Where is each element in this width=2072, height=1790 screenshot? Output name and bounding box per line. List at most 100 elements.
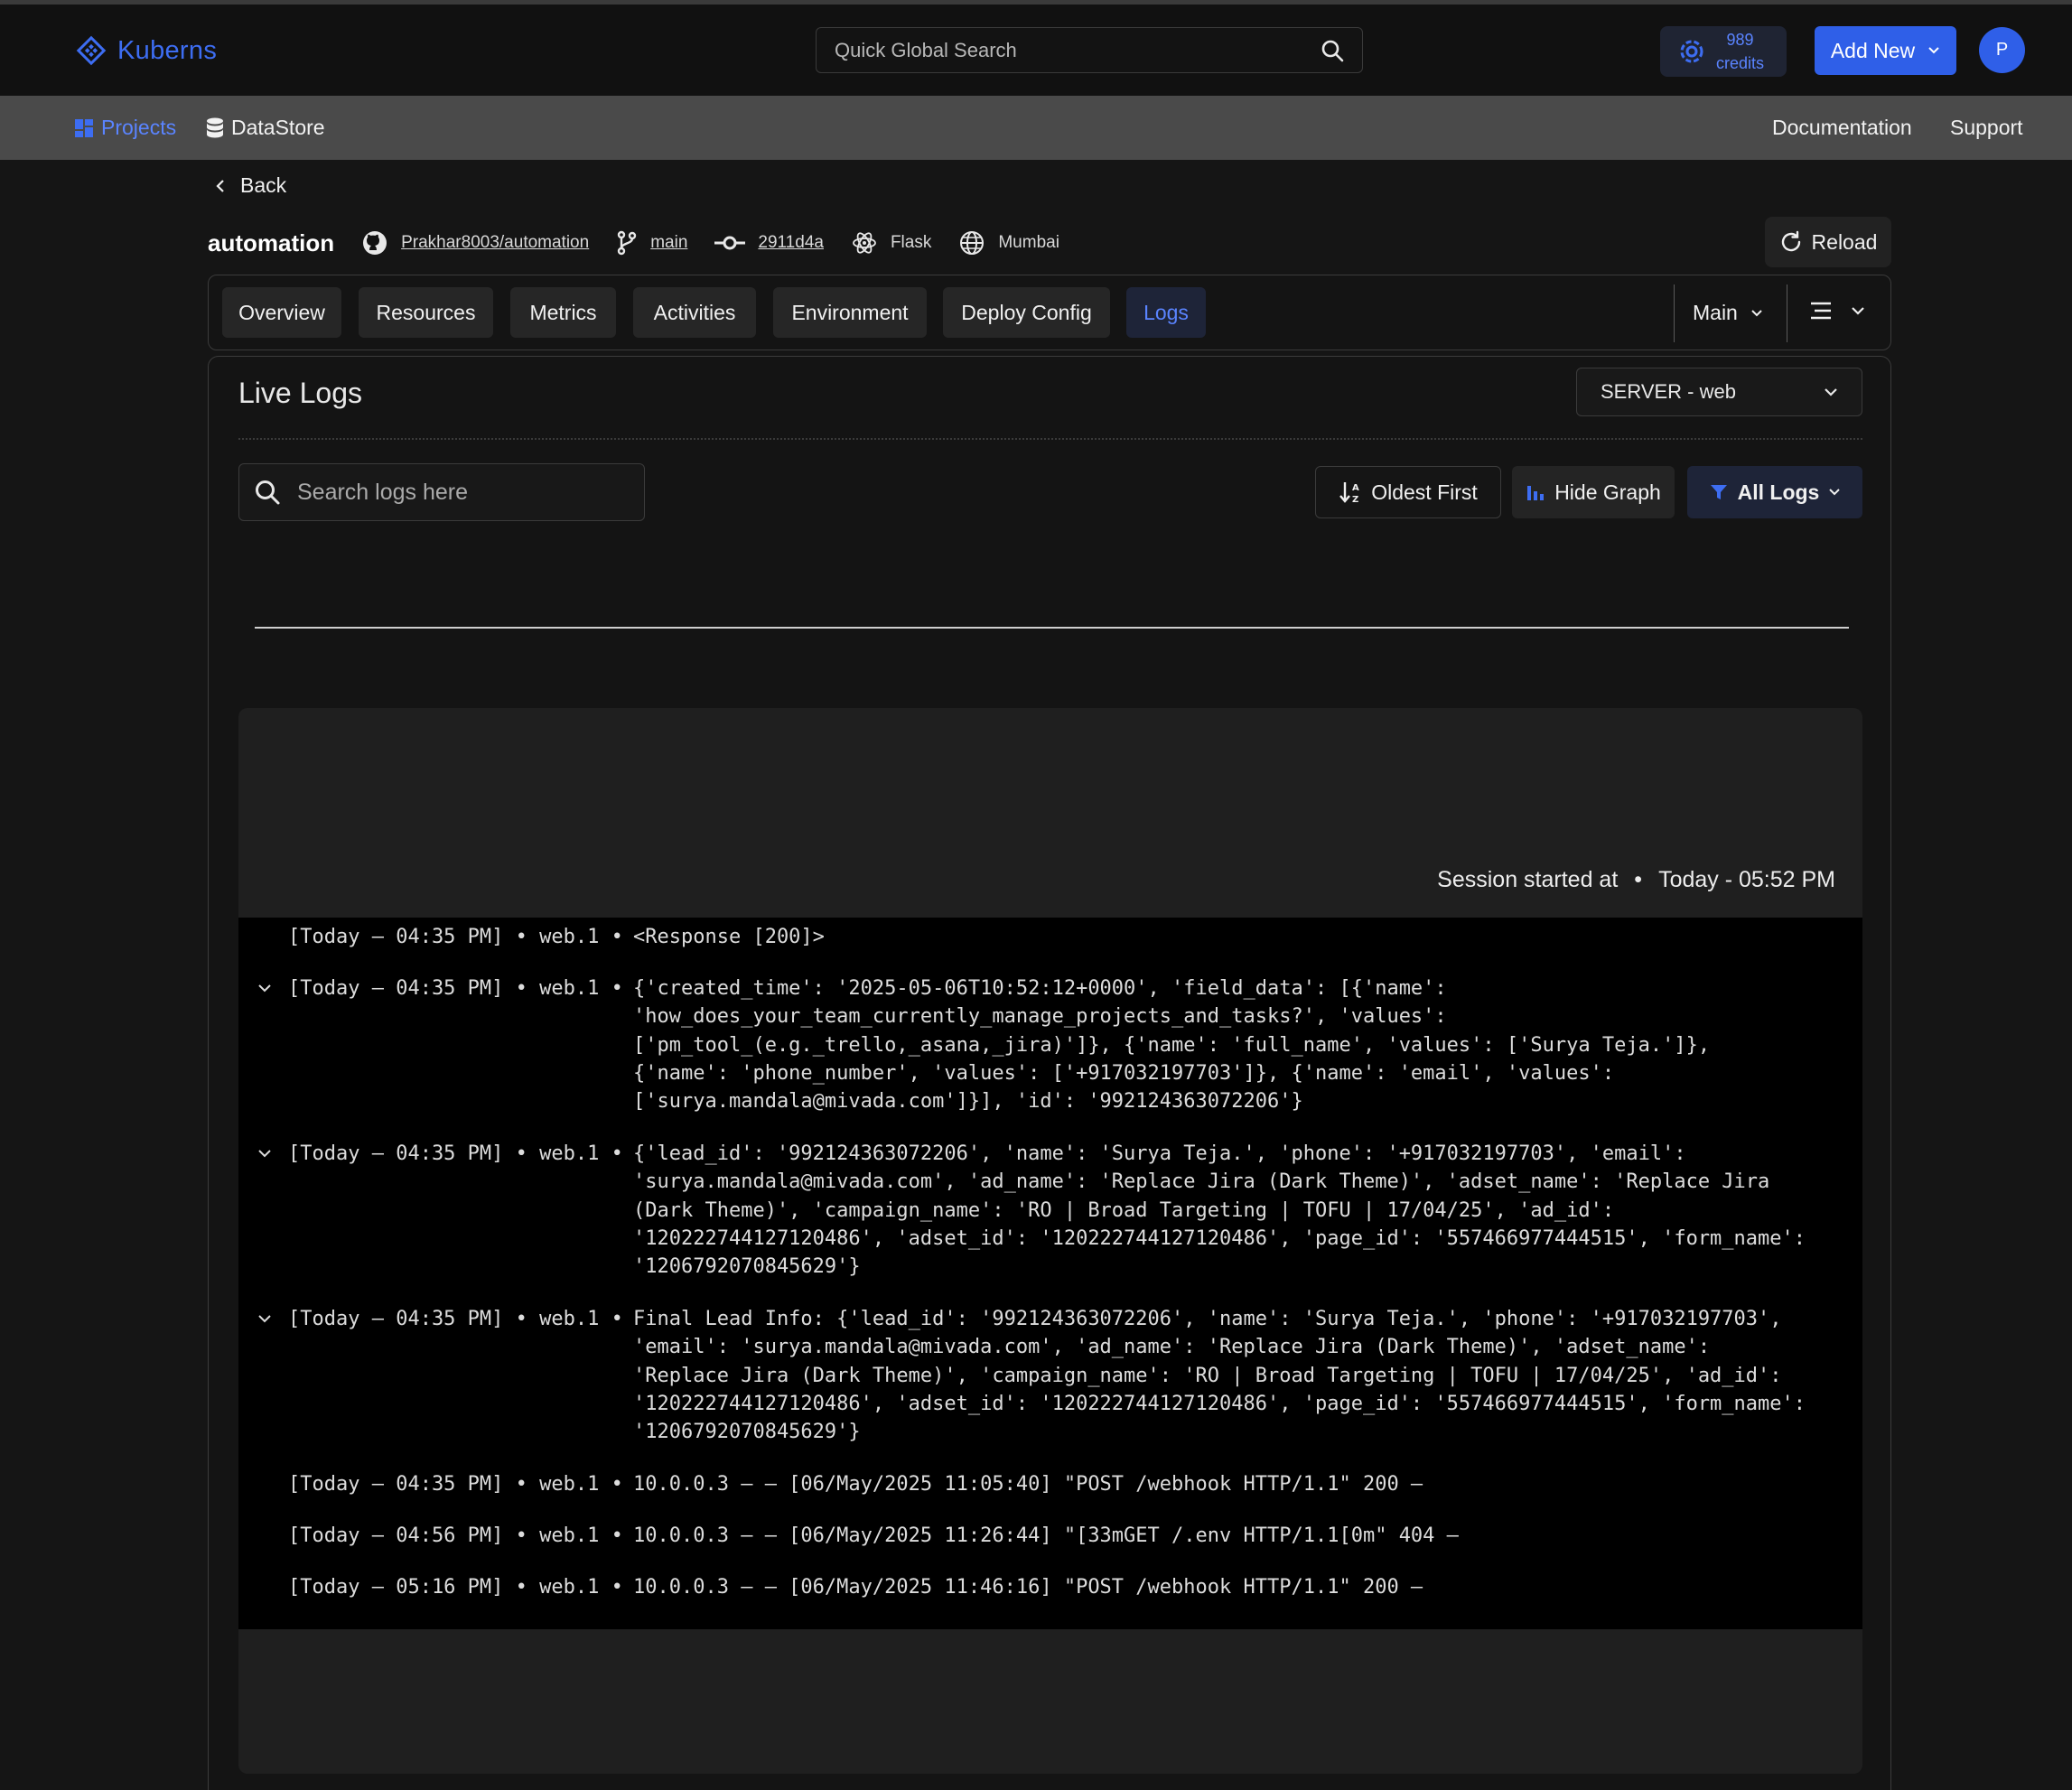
region-name: Mumbai bbox=[998, 233, 1059, 252]
session-time: Today - 05:52 PM bbox=[1658, 867, 1835, 892]
framework-meta: Flask bbox=[851, 229, 931, 256]
nav-projects-label: Projects bbox=[101, 116, 177, 139]
project-name: automation bbox=[208, 228, 335, 256]
git-commit-icon bbox=[714, 236, 746, 250]
log-search-placeholder: Search logs here bbox=[297, 479, 469, 505]
log-list[interactable]: [Today – 04:35 PM] • web.1 • <Response [… bbox=[238, 918, 1862, 1629]
log-message: <Response [200]> bbox=[633, 926, 825, 948]
secondary-nav: Projects DataStore Documentation Support bbox=[0, 96, 2072, 160]
hide-graph-button[interactable]: Hide Graph bbox=[1512, 466, 1675, 518]
github-icon bbox=[363, 231, 387, 255]
globe-icon bbox=[960, 231, 985, 255]
credits-value: 989 bbox=[1726, 31, 1754, 49]
svg-text:Z: Z bbox=[1352, 495, 1358, 505]
sort-order-label: Oldest First bbox=[1371, 480, 1478, 504]
log-prefix: [Today – 04:35 PM] • web.1 • bbox=[288, 1142, 623, 1165]
sort-order-button[interactable]: A Z Oldest First bbox=[1315, 466, 1501, 518]
live-logs-panel: Live Logs SERVER - web Search logs here … bbox=[208, 356, 1891, 1790]
refresh-icon bbox=[1781, 230, 1800, 252]
brand-logo[interactable]: Kuberns bbox=[76, 35, 217, 66]
log-prefix: [Today – 05:16 PM] • web.1 • bbox=[288, 1576, 623, 1599]
log-message: 10.0.0.3 – – [06/May/2025 11:26:44] "[33… bbox=[633, 1524, 1459, 1547]
global-search-placeholder: Quick Global Search bbox=[835, 38, 1017, 61]
view-menu-button[interactable] bbox=[1809, 301, 1865, 321]
branch-link[interactable]: main bbox=[650, 233, 687, 253]
chevron-down-icon bbox=[1751, 309, 1762, 316]
reload-label: Reload bbox=[1811, 229, 1878, 254]
reload-button[interactable]: Reload bbox=[1765, 217, 1891, 267]
chevron-down-icon[interactable] bbox=[257, 976, 273, 1000]
log-prefix: [Today – 04:56 PM] • web.1 • bbox=[288, 1524, 623, 1547]
credits-label: credits bbox=[1716, 54, 1765, 72]
environment-selector-label: Main bbox=[1693, 301, 1738, 324]
server-select[interactable]: SERVER - web bbox=[1576, 368, 1862, 416]
filter-icon bbox=[1710, 485, 1727, 499]
repo-meta: Prakhar8003/automation bbox=[361, 229, 589, 256]
git-branch-icon bbox=[618, 230, 637, 256]
header-divider bbox=[238, 438, 1862, 440]
live-logs-title: Live Logs bbox=[238, 377, 362, 409]
global-search-input[interactable]: Quick Global Search bbox=[816, 27, 1363, 73]
framework-name: Flask bbox=[890, 233, 932, 252]
log-filter-label: All Logs bbox=[1737, 480, 1820, 504]
tab-deploy-config[interactable]: Deploy Config bbox=[943, 287, 1110, 338]
repo-link[interactable]: Prakhar8003/automation bbox=[401, 233, 589, 253]
user-avatar[interactable]: P bbox=[1979, 27, 2025, 73]
top-header: Kuberns Quick Global Search 989 credits … bbox=[0, 5, 2072, 96]
search-icon bbox=[256, 480, 280, 505]
chevron-down-icon[interactable] bbox=[257, 1307, 273, 1330]
log-graph-baseline bbox=[255, 627, 1849, 629]
session-label: Session started at bbox=[1437, 867, 1619, 892]
bar-chart-icon bbox=[1527, 486, 1545, 500]
nav-projects[interactable]: Projects bbox=[74, 116, 176, 140]
chevron-down-icon bbox=[1852, 307, 1864, 315]
nav-datastore-label: DataStore bbox=[231, 116, 325, 139]
credits-badge[interactable]: 989 credits bbox=[1660, 26, 1787, 77]
brand-name: Kuberns bbox=[117, 35, 218, 65]
grid-icon bbox=[75, 118, 93, 137]
log-prefix: [Today – 04:35 PM] • web.1 • bbox=[288, 926, 623, 948]
back-label: Back bbox=[240, 173, 287, 197]
chevron-down-icon bbox=[1825, 388, 1837, 396]
log-prefix: [Today – 04:35 PM] • web.1 • bbox=[288, 1308, 623, 1330]
chevron-down-icon[interactable] bbox=[257, 1142, 273, 1165]
log-search-input[interactable]: Search logs here bbox=[238, 463, 645, 521]
log-filter-select[interactable]: All Logs bbox=[1687, 466, 1862, 518]
log-prefix: [Today – 04:35 PM] • web.1 • bbox=[288, 1473, 623, 1496]
log-message: {'lead_id': '992124363072206', 'name': '… bbox=[633, 1142, 1806, 1279]
session-separator: • bbox=[1634, 867, 1643, 892]
credits-coin-icon bbox=[1680, 40, 1703, 63]
tab-overview[interactable]: Overview bbox=[222, 287, 341, 338]
svg-text:A: A bbox=[1352, 483, 1359, 493]
log-message: 10.0.0.3 – – [06/May/2025 11:46:16] "POS… bbox=[633, 1576, 1423, 1599]
server-select-value: SERVER - web bbox=[1601, 380, 1736, 403]
nav-datastore[interactable]: DataStore bbox=[206, 116, 325, 140]
session-info: Session started at • Today - 05:52 PM bbox=[1437, 867, 1835, 893]
log-viewer[interactable]: Session started at • Today - 05:52 PM [T… bbox=[238, 708, 1862, 1774]
chevron-down-icon bbox=[1928, 47, 1939, 54]
kuberns-logo-icon bbox=[76, 35, 107, 66]
log-prefix: [Today – 04:35 PM] • web.1 • bbox=[288, 977, 623, 1000]
chevron-left-icon bbox=[216, 179, 224, 192]
tab-logs[interactable]: Logs bbox=[1126, 287, 1206, 338]
log-message: {'created_time': '2025-05-06T10:52:12+00… bbox=[633, 977, 1711, 1114]
add-new-button[interactable]: Add New bbox=[1815, 26, 1956, 75]
log-message: 10.0.0.3 – – [06/May/2025 11:05:40] "POS… bbox=[633, 1473, 1423, 1496]
commit-meta: 2911d4a bbox=[714, 233, 824, 253]
atom-icon bbox=[853, 232, 876, 254]
project-tabs: Overview Resources Metrics Activities En… bbox=[208, 275, 1891, 350]
search-icon bbox=[1321, 40, 1344, 61]
nav-support[interactable]: Support bbox=[1950, 116, 2023, 140]
tab-metrics[interactable]: Metrics bbox=[510, 287, 616, 338]
add-new-label: Add New bbox=[1830, 38, 1916, 62]
tab-activities[interactable]: Activities bbox=[633, 287, 756, 338]
chevron-down-icon bbox=[1829, 489, 1841, 496]
region-meta: Mumbai bbox=[958, 229, 1059, 256]
sort-az-icon: A Z bbox=[1339, 482, 1359, 505]
tab-resources[interactable]: Resources bbox=[359, 287, 493, 338]
back-link[interactable]: Back bbox=[215, 173, 286, 198]
environment-selector[interactable]: Main bbox=[1693, 301, 1763, 325]
commit-link[interactable]: 2911d4a bbox=[758, 233, 824, 253]
nav-documentation[interactable]: Documentation bbox=[1772, 116, 1912, 140]
tab-environment[interactable]: Environment bbox=[773, 287, 927, 338]
